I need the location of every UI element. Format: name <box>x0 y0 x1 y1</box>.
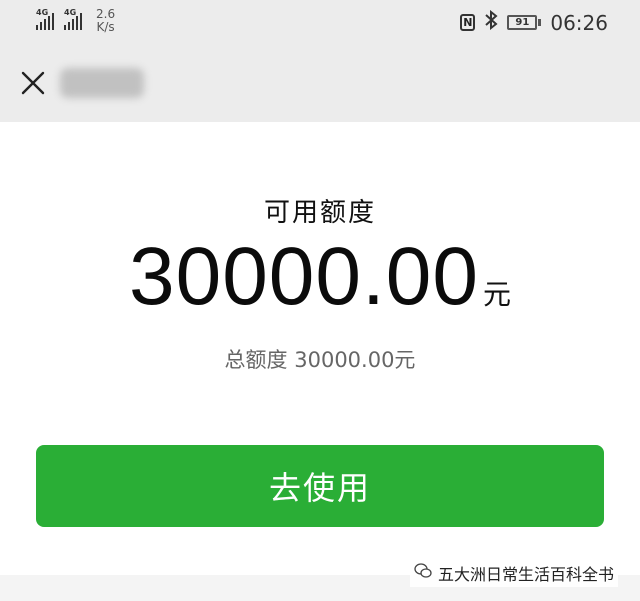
total-limit-row: 总额度 30000.00元 <box>0 344 640 374</box>
total-limit-label: 总额度 <box>224 348 288 372</box>
available-amount-row: 30000.00 元 <box>0 230 640 324</box>
status-time: 06:26 <box>550 10 608 35</box>
watermark-text: 五大洲日常生活百科全书 <box>437 565 614 584</box>
status-bar: 4G 4G 2.6 K/s N 91 06:26 <box>0 0 640 44</box>
network-speed-unit: K/s <box>96 20 115 34</box>
available-amount: 30000.00 <box>128 231 479 322</box>
close-button[interactable] <box>18 68 48 98</box>
use-button[interactable]: 去使用 <box>36 445 604 527</box>
watermark: 五大洲日常生活百科全书 <box>409 559 618 587</box>
total-limit-amount: 30000.00元 <box>294 348 416 372</box>
blurred-page-title <box>60 68 144 98</box>
status-left: 4G 4G 2.6 K/s <box>36 8 115 34</box>
bluetooth-icon <box>484 9 498 35</box>
signal-sim2-icon: 4G <box>64 8 82 30</box>
battery-level: 91 <box>515 17 530 28</box>
status-right: N 91 06:26 <box>460 9 608 35</box>
nfc-icon: N <box>460 14 476 31</box>
currency-unit: 元 <box>483 278 512 311</box>
network-speed: 2.6 K/s <box>96 8 115 34</box>
battery-icon: 91 <box>507 15 542 30</box>
wechat-icon <box>414 563 432 583</box>
nfc-label: N <box>463 16 473 29</box>
available-limit-label: 可用额度 <box>263 198 376 228</box>
credit-limit-panel: 可用额度 30000.00 元 总额度 30000.00元 去使用 <box>0 122 640 601</box>
close-icon <box>21 71 45 95</box>
nav-bar <box>0 44 640 122</box>
sim1-network-label: 4G <box>36 8 49 17</box>
signal-sim1-icon: 4G <box>36 8 54 30</box>
sim2-network-label: 4G <box>64 8 77 17</box>
